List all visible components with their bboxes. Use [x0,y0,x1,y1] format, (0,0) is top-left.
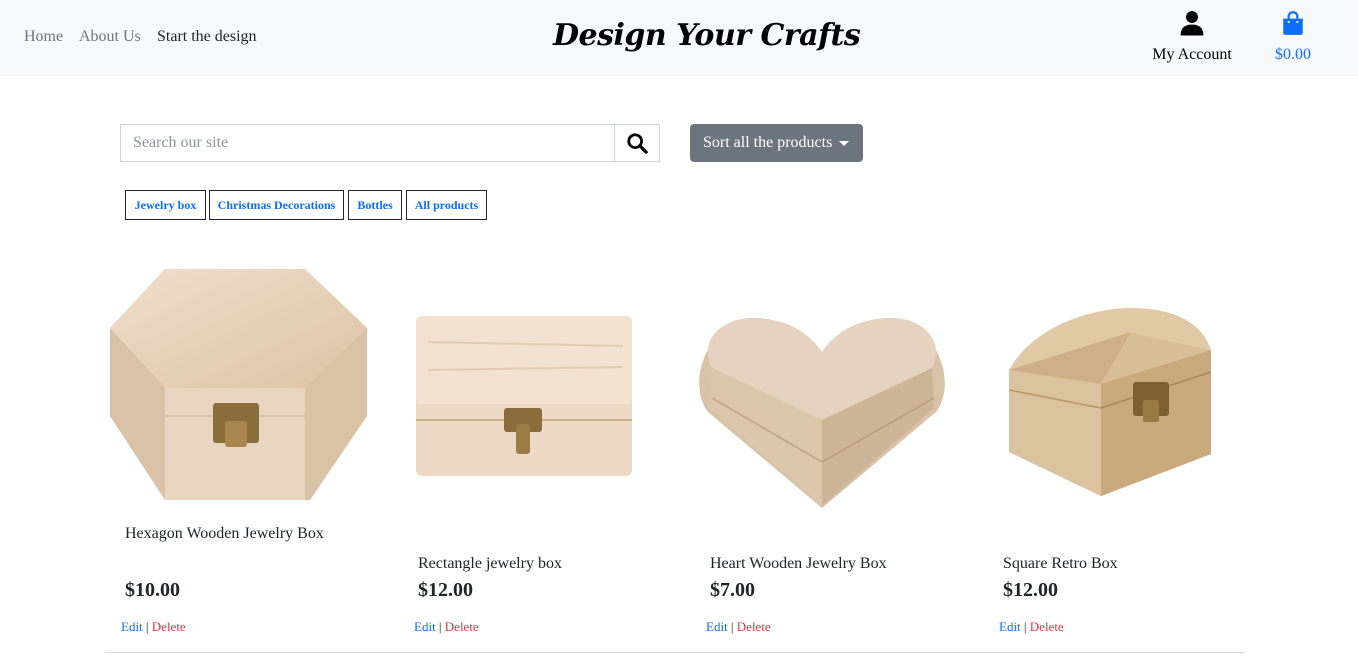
product-name[interactable]: Heart Wooden Jewelry Box [710,554,887,574]
my-account-button[interactable]: My Account [1146,10,1238,65]
product-actions: Edit | Delete [414,619,479,635]
person-icon [1180,11,1204,36]
product-card: Rectangle jewelry box $12.00 Edit | Dele… [398,260,668,650]
brand-logo[interactable]: Design Your Crafts [553,16,861,56]
product-price: $12.00 [418,579,473,601]
product-image[interactable] [408,312,640,478]
product-image[interactable] [105,266,370,502]
delete-link[interactable]: Delete [445,619,479,634]
navbar: Home About Us Start the design Design Yo… [0,0,1358,76]
sort-products-dropdown[interactable]: Sort all the products [690,124,863,162]
edit-link[interactable]: Edit [414,619,436,634]
product-price: $12.00 [1003,579,1058,601]
product-image[interactable] [698,312,946,508]
separator: | [730,619,734,634]
delete-link[interactable]: Delete [152,619,186,634]
nav-start-design-link[interactable]: Start the design [157,27,257,47]
product-actions: Edit | Delete [999,619,1064,635]
search-icon [627,133,648,154]
delete-link[interactable]: Delete [1030,619,1064,634]
product-price: $10.00 [125,579,180,601]
edit-link[interactable]: Edit [999,619,1021,634]
caret-down-icon [839,141,849,146]
product-card: Hexagon Wooden Jewelry Box $10.00 Edit |… [105,260,375,650]
product-actions: Edit | Delete [706,619,771,635]
category-all-products[interactable]: All products [406,190,487,220]
edit-link[interactable]: Edit [706,619,728,634]
product-name[interactable]: Hexagon Wooden Jewelry Box [125,524,324,544]
category-jewelry-box[interactable]: Jewelry box [125,190,206,220]
search-input[interactable] [121,125,615,161]
product-image[interactable] [1005,304,1217,500]
delete-link[interactable]: Delete [737,619,771,634]
product-name[interactable]: Rectangle jewelry box [418,554,562,574]
search-button[interactable] [614,125,659,161]
sort-label: Sort all the products [703,134,833,151]
my-account-label: My Account [1152,46,1232,63]
product-card: Square Retro Box $12.00 Edit | Delete [983,260,1253,650]
nav-home-link[interactable]: Home [24,27,63,47]
product-price: $7.00 [710,579,755,601]
product-actions: Edit | Delete [121,619,186,635]
category-bottles[interactable]: Bottles [348,190,402,220]
edit-link[interactable]: Edit [121,619,143,634]
separator: | [145,619,149,634]
shopping-bag-icon [1283,11,1303,35]
nav-about-link[interactable]: About Us [79,27,141,47]
category-christmas-decorations[interactable]: Christmas Decorations [209,190,344,220]
separator: | [438,619,442,634]
product-name[interactable]: Square Retro Box [1003,554,1118,574]
cart-total: $0.00 [1275,46,1311,63]
divider [105,652,1245,653]
cart-button[interactable]: $0.00 [1268,10,1318,65]
product-card: Heart Wooden Jewelry Box $7.00 Edit | De… [690,260,960,650]
separator: | [1023,619,1027,634]
search-form [120,124,660,162]
